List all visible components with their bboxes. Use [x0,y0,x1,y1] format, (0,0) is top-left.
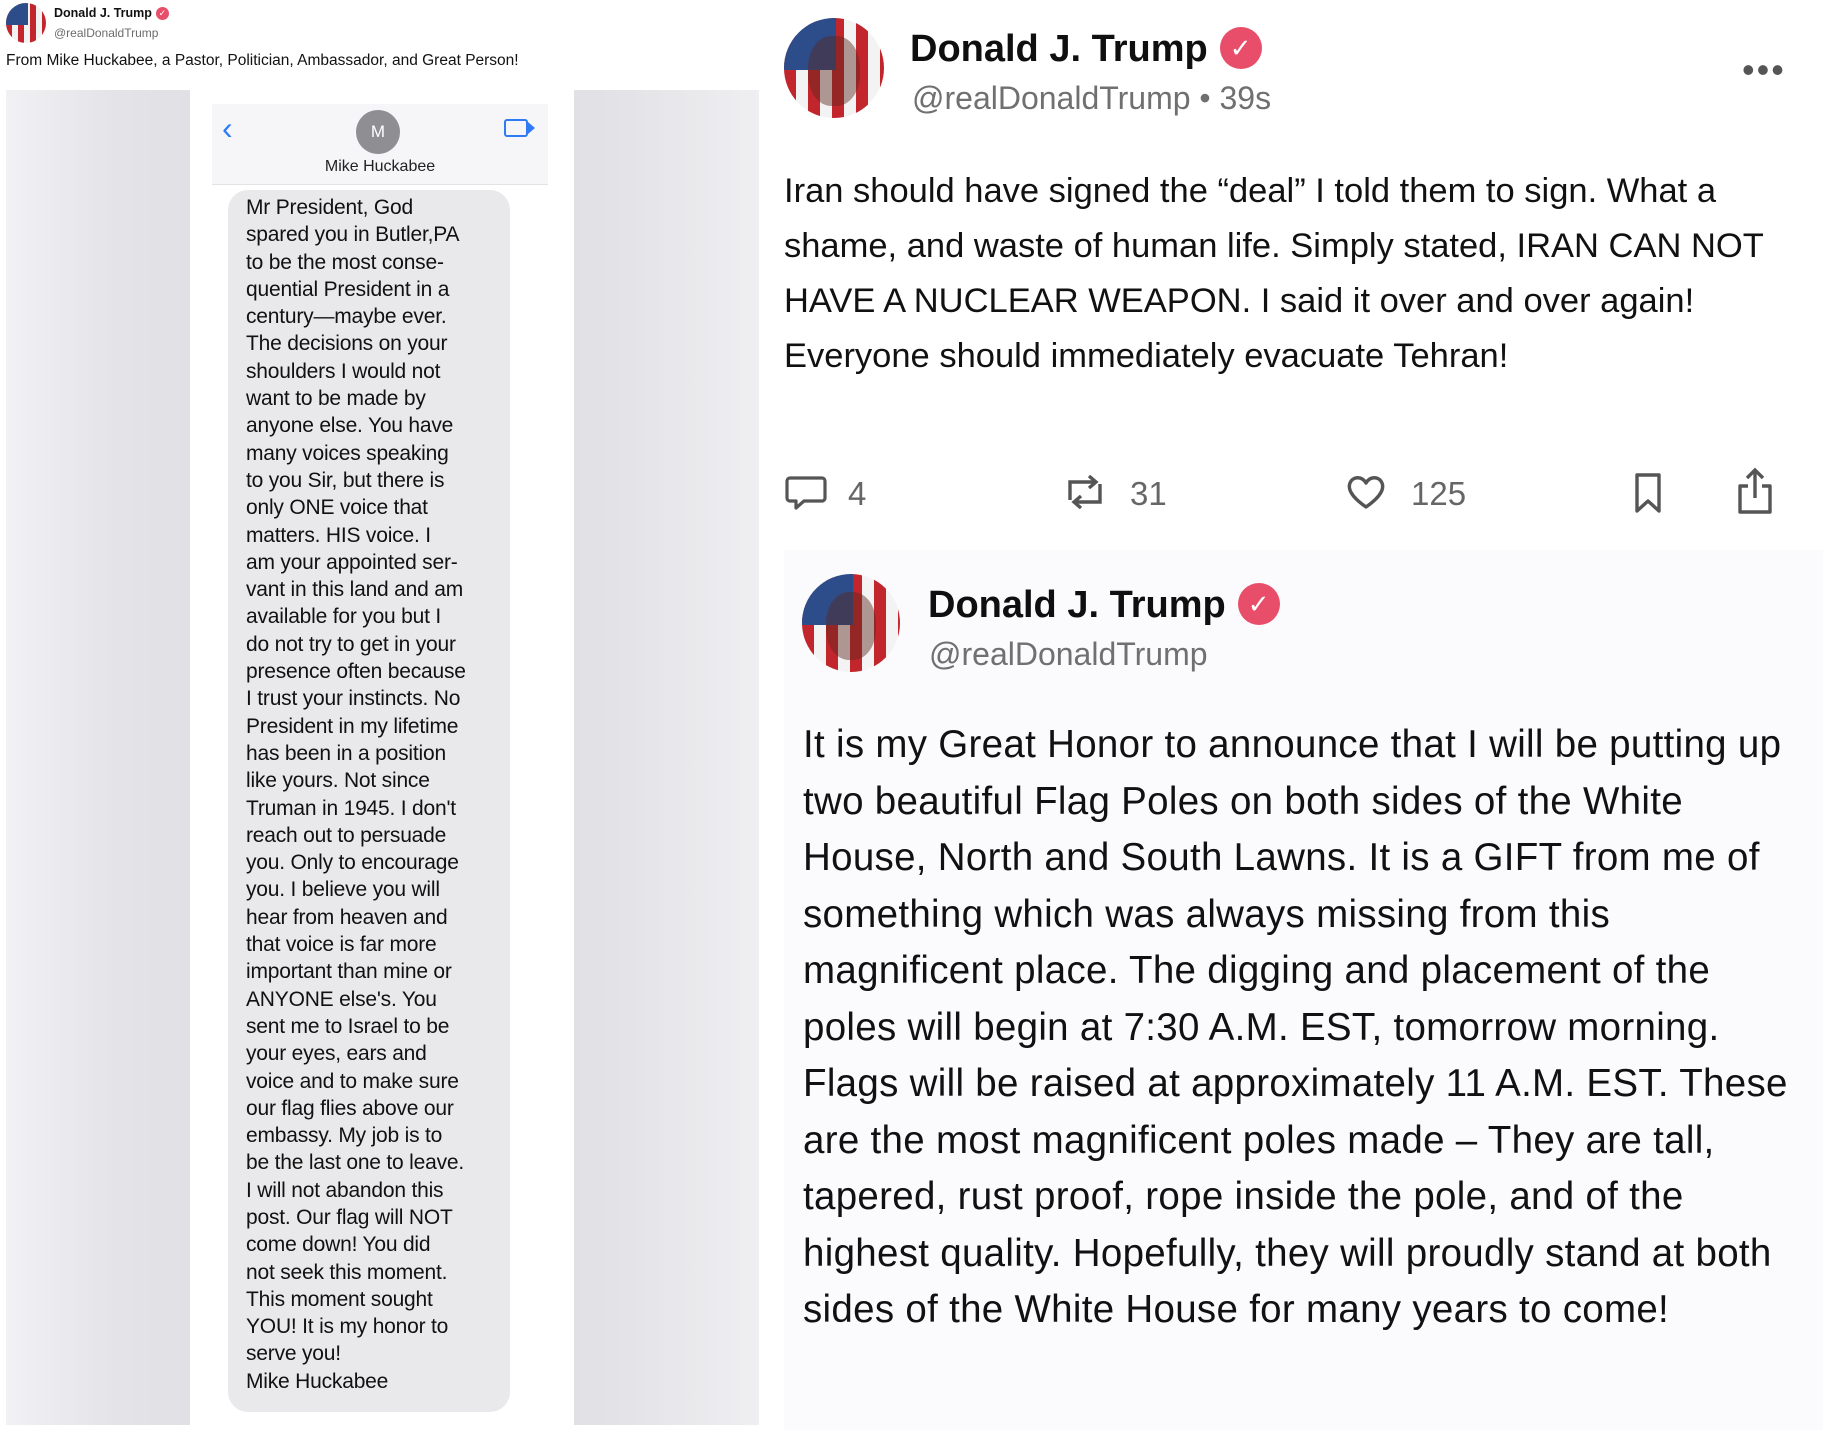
bookmark-icon [1635,473,1661,513]
imessage-screenshot: ‹ M Mike Huckabee Mr President, God spar… [212,104,548,1434]
back-chevron-icon[interactable]: ‹ [222,112,233,144]
verified-badge-icon: ✓ [155,7,169,21]
repost-icon [1068,474,1102,510]
imessage-header: ‹ M Mike Huckabee [212,104,548,185]
share-button[interactable] [1734,466,1776,521]
post1-handle-time[interactable]: @realDonaldTrump • 39s [912,80,1271,117]
more-options-icon[interactable]: ••• [1742,52,1786,88]
message-text: Mr President, God spared you in Butler,P… [246,196,466,1393]
video-call-icon[interactable] [504,119,535,137]
like-count: 125 [1411,475,1467,512]
contact-avatar[interactable]: M [356,110,400,154]
post2-author-avatar[interactable] [802,574,900,672]
post1-author-avatar[interactable] [784,18,884,118]
post1-author-row[interactable]: Donald J. Trump ✓ [910,27,1262,71]
reply-icon [785,476,827,510]
share-icon [1738,467,1772,514]
author-avatar-small[interactable] [6,3,46,43]
contact-name[interactable]: Mike Huckabee [212,158,548,176]
left-screenshot-panel: Donald J. Trump ✓ @realDonaldTrump From M… [0,0,770,1440]
post2-author-row[interactable]: Donald J. Trump ✓ [928,583,1280,627]
left-author-name-row[interactable]: Donald J. Trump ✓ [54,6,169,21]
left-author-handle[interactable]: @realDonaldTrump [54,26,158,40]
repost-button[interactable] [1062,470,1108,519]
image-side-blur-right [574,90,759,1425]
reply-button[interactable] [784,470,828,519]
reply-count: 4 [848,475,867,512]
verified-badge-icon: ✓ [1237,583,1280,625]
post2-author-name[interactable]: Donald J. Trump [928,584,1226,626]
post2-text: It is my Great Honor to announce that I … [803,723,1788,1331]
left-post-caption: From Mike Huckabee, a Pastor, Politician… [6,52,519,69]
post2-handle[interactable]: @realDonaldTrump [929,636,1208,673]
post1-author-name[interactable]: Donald J. Trump [910,28,1208,70]
heart-icon [1347,476,1385,509]
bookmark-button[interactable] [1628,470,1668,521]
verified-badge-icon: ✓ [1219,27,1262,69]
like-button[interactable] [1344,470,1388,519]
post1-text: Iran should have signed the “deal” I tol… [784,172,1764,375]
image-side-blur-left [6,90,190,1425]
left-author-name[interactable]: Donald J. Trump [54,6,152,20]
repost-count: 31 [1130,475,1167,512]
